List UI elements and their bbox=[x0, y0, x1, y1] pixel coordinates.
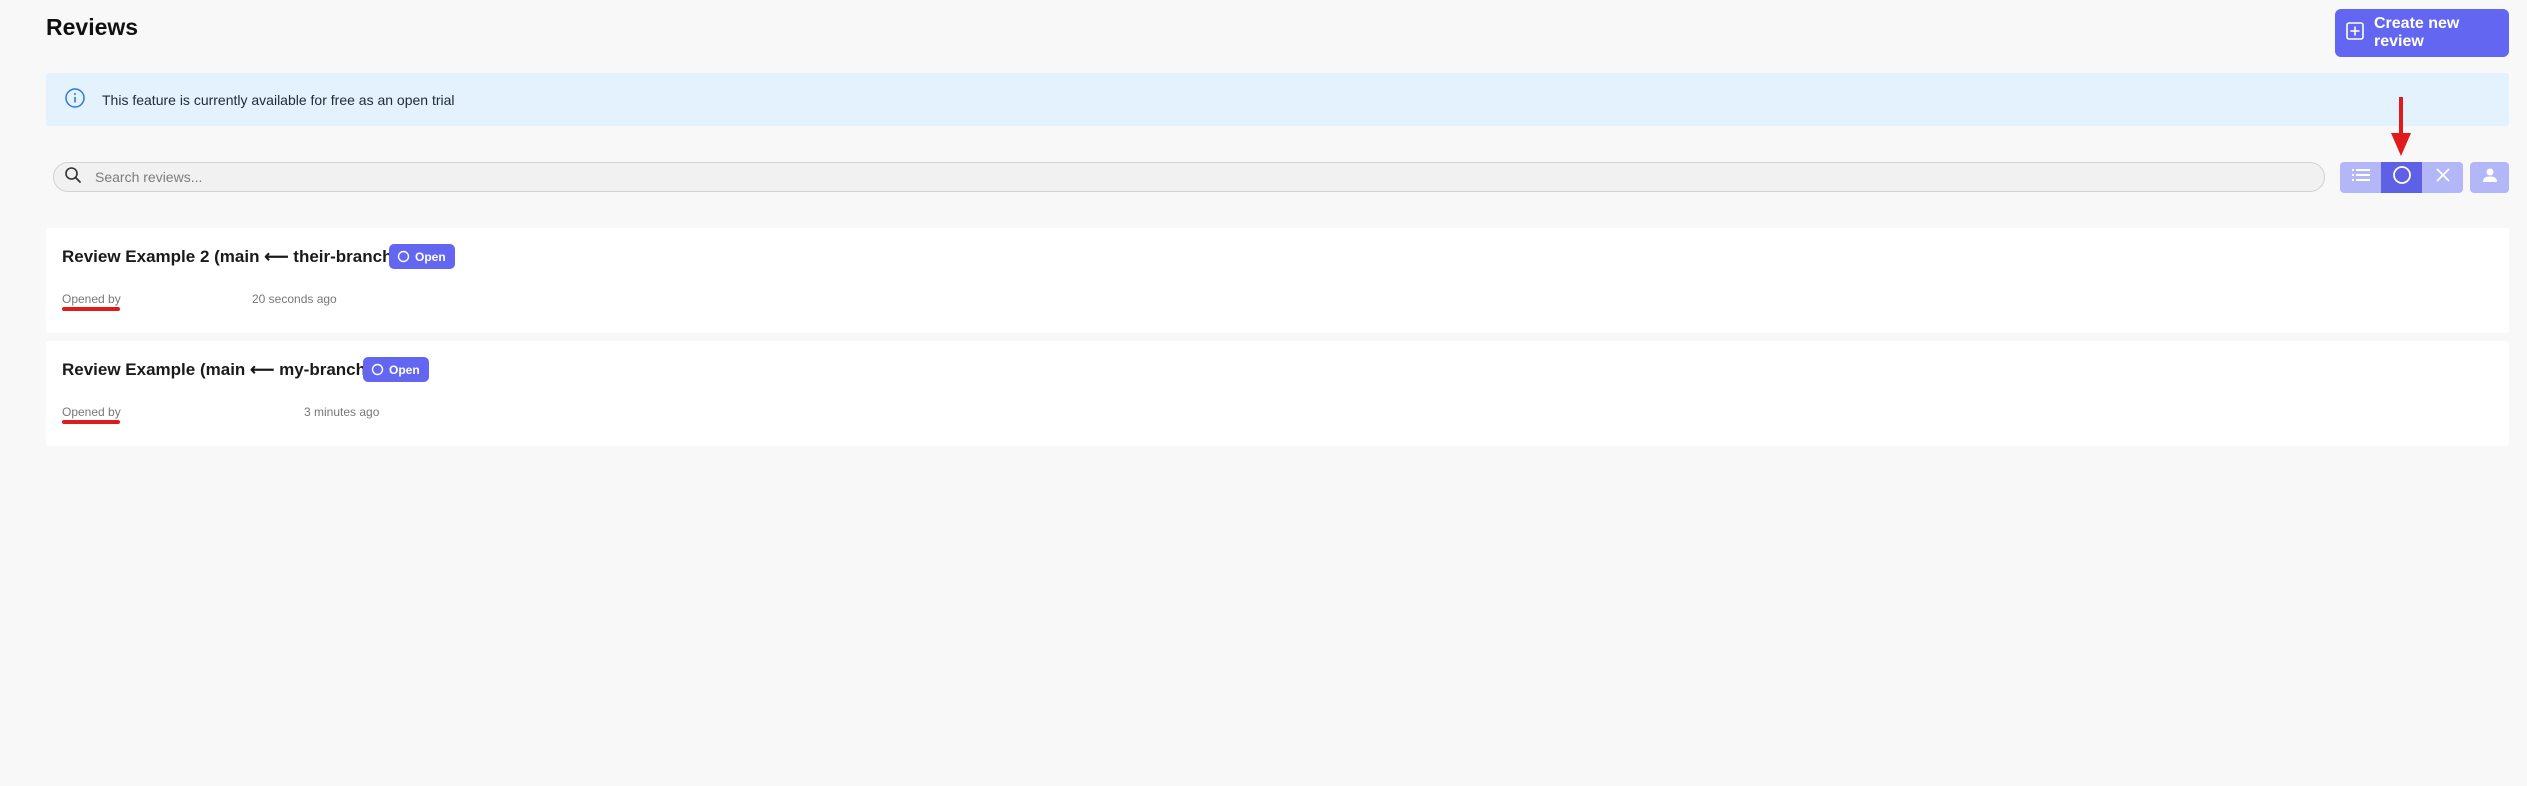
create-button-label: Create new review bbox=[2374, 15, 2460, 50]
opened-by-label: Opened by bbox=[62, 405, 121, 419]
status-badge: Open bbox=[363, 357, 429, 382]
banner-text: This feature is currently available for … bbox=[102, 91, 455, 108]
circle-icon bbox=[371, 363, 384, 376]
opened-time: 3 minutes ago bbox=[304, 405, 380, 419]
opened-by-label: Opened by bbox=[62, 292, 121, 306]
review-card[interactable]: Review Example 2 (main ⟵ their-branch) O… bbox=[46, 228, 2509, 333]
status-label: Open bbox=[389, 362, 420, 377]
status-badge: Open bbox=[389, 244, 455, 269]
list-icon bbox=[2351, 168, 2370, 187]
circle-icon bbox=[2392, 165, 2412, 190]
page-title: Reviews bbox=[46, 14, 139, 40]
search-input[interactable] bbox=[93, 168, 2277, 186]
annotation-arrow bbox=[2391, 97, 2411, 156]
review-title[interactable]: Review Example (main ⟵ my-branch) bbox=[62, 360, 372, 380]
review-title[interactable]: Review Example 2 (main ⟵ their-branch) bbox=[62, 247, 398, 267]
annotation-underline bbox=[62, 307, 120, 311]
create-new-review-button[interactable]: Create new review bbox=[2335, 9, 2509, 57]
filter-closed-button[interactable] bbox=[2422, 162, 2463, 193]
trial-info-banner: This feature is currently available for … bbox=[46, 73, 2509, 126]
filter-all-button[interactable] bbox=[2340, 162, 2381, 193]
close-icon bbox=[2435, 167, 2451, 188]
review-card[interactable]: Review Example (main ⟵ my-branch) Open O… bbox=[46, 341, 2509, 446]
search-icon bbox=[54, 166, 82, 189]
search-bar[interactable] bbox=[53, 162, 2325, 192]
annotation-underline bbox=[62, 420, 120, 424]
plus-square-icon bbox=[2346, 21, 2364, 45]
info-icon bbox=[64, 87, 86, 112]
circle-icon bbox=[397, 250, 410, 263]
user-filter-button[interactable] bbox=[2470, 162, 2509, 193]
filter-open-button[interactable] bbox=[2381, 162, 2422, 193]
opened-time: 20 seconds ago bbox=[252, 292, 337, 306]
user-icon bbox=[2482, 167, 2498, 188]
status-filter-group bbox=[2340, 162, 2463, 193]
status-label: Open bbox=[415, 249, 446, 264]
